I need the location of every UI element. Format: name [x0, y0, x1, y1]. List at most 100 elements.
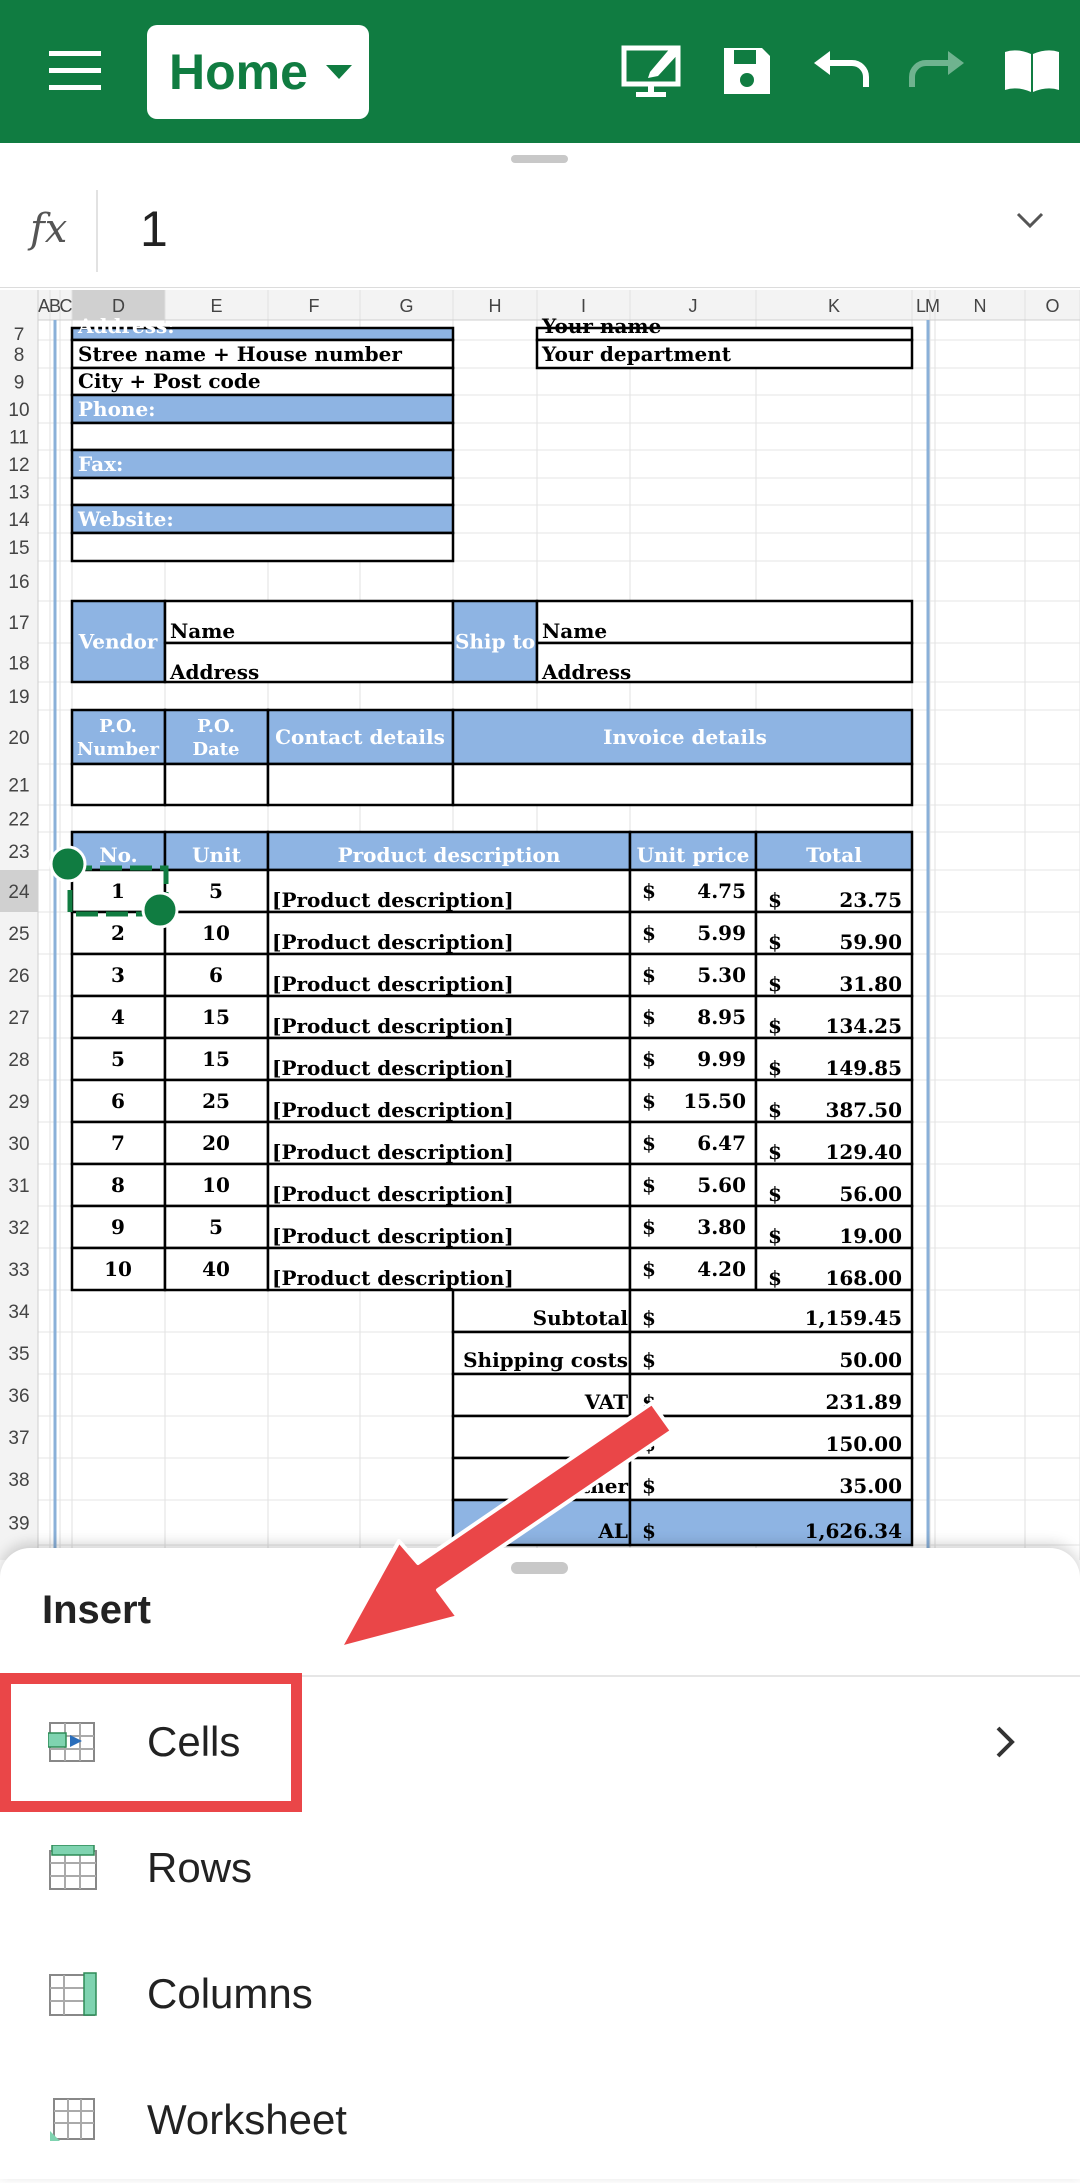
reader-icon[interactable] — [996, 22, 1068, 120]
insert-rows-item[interactable]: Rows — [0, 1805, 1080, 1931]
item-price-currency: $ — [642, 1005, 656, 1029]
row-header-19: 19 — [8, 687, 29, 708]
row-header-32: 32 — [8, 1218, 29, 1239]
column-header-o: O — [1045, 296, 1059, 316]
item-total-currency: $ — [768, 1224, 782, 1248]
shipto-label: Ship to — [455, 630, 535, 654]
row-header-27: 27 — [8, 1008, 29, 1029]
column-header-g: G — [399, 296, 413, 316]
summary-value: 50.00 — [839, 1348, 902, 1372]
hamburger-icon[interactable] — [40, 22, 110, 120]
summary-label: Subtotal — [533, 1306, 629, 1330]
item-total: 387.50 — [825, 1098, 902, 1122]
formula-divider — [96, 190, 98, 272]
row-header-24: 24 — [8, 882, 30, 903]
row-header-23: 23 — [8, 842, 29, 863]
item-price-currency: $ — [642, 921, 656, 945]
insert-worksheet-icon — [50, 2098, 95, 2141]
item-price: 9.99 — [697, 1047, 746, 1071]
company-cell — [70, 448, 455, 480]
shipto-name: Name — [542, 619, 607, 643]
item-unit: 15 — [202, 1047, 230, 1071]
item-total: 149.85 — [825, 1056, 902, 1080]
row-header-33: 33 — [8, 1260, 29, 1281]
chevron-down-icon — [325, 65, 352, 79]
vendor-label: Vendor — [78, 630, 158, 654]
row-header-10: 10 — [8, 400, 29, 421]
contact-details-cell — [266, 762, 455, 807]
insert-cells-item[interactable]: Cells — [0, 1679, 1080, 1805]
row-header-21: 21 — [8, 776, 29, 797]
spreadsheet-grid[interactable]: A B C D E F G H I J K L M N O 7 8 9 10 11 12 13 14 15 16 17 18 19 20… — [0, 290, 1080, 1560]
insert-columns-item[interactable]: Columns — [0, 1931, 1080, 2057]
summary-label: AL — [597, 1519, 628, 1543]
column-header-f: F — [309, 296, 320, 316]
row-header-35: 35 — [8, 1344, 29, 1365]
undo-icon[interactable] — [806, 22, 878, 120]
item-total-currency: $ — [768, 1140, 782, 1164]
item-no: 9 — [111, 1215, 125, 1239]
item-total-currency: $ — [768, 1266, 782, 1290]
item-no: 8 — [111, 1173, 125, 1197]
item-desc: [Product description] — [272, 930, 514, 954]
present-icon[interactable] — [615, 22, 690, 120]
item-total: 19.00 — [839, 1224, 902, 1248]
item-unit: 6 — [209, 963, 223, 987]
item-no: 1 — [111, 879, 125, 903]
column-header-c: C — [60, 296, 73, 316]
summary-currency: $ — [642, 1432, 656, 1456]
item-unit: 40 — [202, 1257, 230, 1281]
insert-worksheet-item[interactable]: Worksheet — [0, 2057, 1080, 2183]
item-price: 4.20 — [697, 1257, 746, 1281]
row-header-34: 34 — [8, 1302, 30, 1323]
row-header-39: 39 — [8, 1514, 29, 1535]
item-price-currency: $ — [642, 963, 656, 987]
column-header-k: K — [828, 296, 840, 316]
panel-drag-handle[interactable] — [511, 1562, 568, 1574]
row-header-17: 17 — [8, 613, 29, 634]
row-header-37: 37 — [8, 1428, 29, 1449]
insert-worksheet-label: Worksheet — [147, 2096, 347, 2143]
insert-rows-icon — [49, 1845, 97, 1890]
column-header-i: I — [581, 296, 586, 316]
save-icon[interactable] — [712, 22, 782, 120]
row-header-26: 26 — [8, 966, 29, 987]
summary-currency: $ — [642, 1306, 656, 1330]
row-header-20: 20 — [8, 728, 29, 749]
item-total: 31.80 — [839, 972, 902, 996]
item-desc: [Product description] — [272, 972, 514, 996]
contact-text: Your department — [541, 342, 732, 366]
item-total-currency: $ — [768, 930, 782, 954]
summary-value: 231.89 — [825, 1390, 902, 1414]
item-total-currency: $ — [768, 1014, 782, 1038]
item-price: 3.80 — [697, 1215, 746, 1239]
row-header-30: 30 — [8, 1134, 29, 1155]
po-date-line2: Date — [192, 739, 239, 760]
company-cell — [70, 531, 455, 563]
home-tab-dropdown[interactable]: Home — [147, 25, 369, 119]
expand-chevron-icon[interactable] — [1015, 211, 1045, 231]
vendor-address: Address — [169, 660, 259, 684]
company-text: Phone: — [78, 397, 156, 421]
summary-label: VAT — [584, 1390, 628, 1414]
item-desc: [Product description] — [272, 1014, 514, 1038]
item-price-currency: $ — [642, 1131, 656, 1155]
item-no: 5 — [111, 1047, 125, 1071]
summary-currency: $ — [642, 1390, 656, 1414]
po-date-cell — [163, 762, 270, 807]
company-text: Website: — [77, 507, 174, 531]
item-unit: 20 — [202, 1131, 230, 1155]
redo-icon[interactable] — [900, 22, 972, 120]
item-total: 134.25 — [825, 1014, 902, 1038]
items-header-label: Unit price — [637, 843, 750, 867]
resize-handle[interactable] — [511, 155, 568, 163]
summary-value: 35.00 — [839, 1474, 902, 1498]
item-unit: 10 — [202, 921, 230, 945]
row-header-13: 13 — [8, 483, 29, 504]
row-header-16: 16 — [8, 572, 29, 593]
insert-columns-label: Columns — [147, 1970, 313, 2017]
item-desc: [Product description] — [272, 1140, 514, 1164]
spreadsheet-canvas[interactable]: ABC D E F G H I J K LM N O7891011121314151617181920… — [0, 290, 1080, 1560]
item-unit: 5 — [209, 879, 223, 903]
formula-input[interactable]: 1 — [140, 200, 168, 258]
